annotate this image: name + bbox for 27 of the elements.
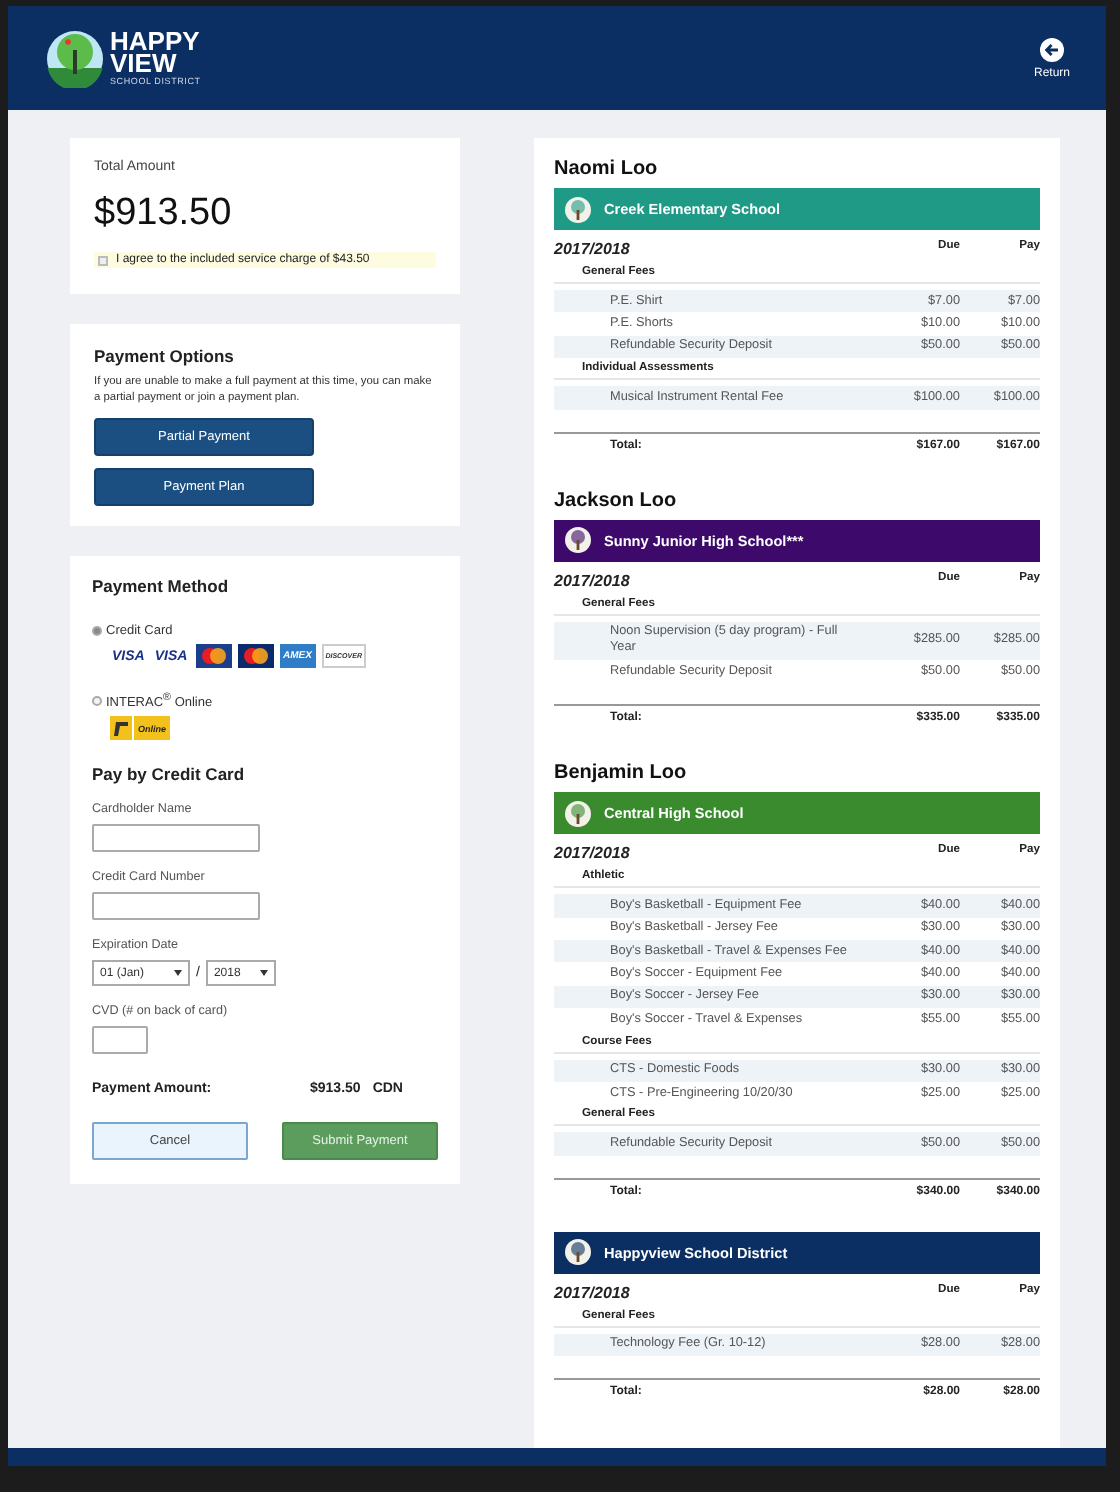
student-name: Benjamin Loo [554,762,689,785]
logo-text: VIEW [110,52,177,74]
school-crest-icon [564,1238,592,1267]
logo-text: HAPPY [110,30,201,52]
section-title: Payment Options [94,346,236,366]
caret-icon [174,970,182,977]
text-input-field[interactable] [92,824,260,853]
student-name: Jackson Loo [554,489,679,511]
school-crest-icon [564,195,592,223]
caret-icon [259,970,268,977]
back-arrow-icon [1039,37,1064,61]
section-title: Pay by Credit Card [92,764,247,785]
school-year: 2017/2018 [554,571,632,589]
school-year: 2017/2018 [554,844,632,863]
cvd-input-field[interactable] [92,1026,148,1055]
school-crest-icon [564,526,592,554]
tree-logo-icon [46,29,104,87]
mastercard-logo-icon [237,644,274,668]
student-name: Naomi Loo [554,158,660,180]
total-amount: $913.50 [94,192,234,236]
school-year: 2017/2018 [554,1283,632,1302]
section-title: Payment Method [92,576,231,596]
mastercard-logo-icon [195,644,232,668]
text-input-field[interactable] [92,892,260,921]
school-year: 2017/2018 [554,240,632,258]
interac-logo-icon [110,716,132,741]
school-crest-icon [564,799,592,828]
